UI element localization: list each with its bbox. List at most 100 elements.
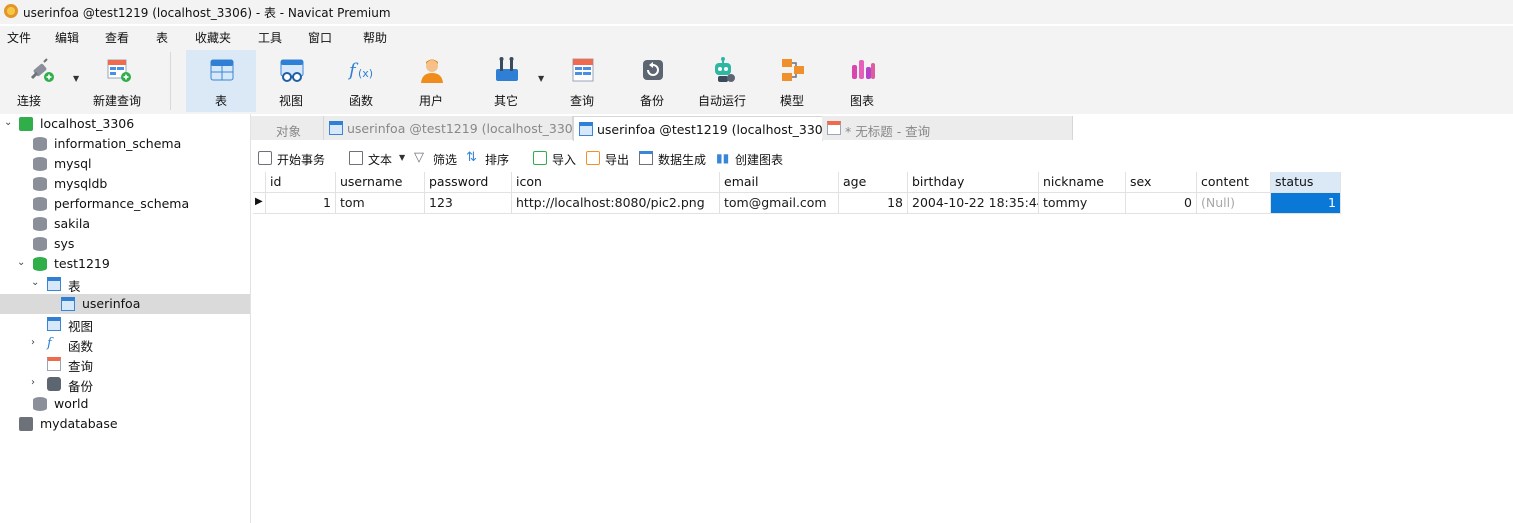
column-header-age[interactable]: age [839,172,908,193]
menu-view[interactable]: 查看 [105,29,129,46]
tree-db-world[interactable]: world [0,394,250,414]
cell-status[interactable]: 1 [1271,193,1341,214]
tab-userinfoa-1[interactable]: userinfoa @test1219 (localhost_3306... [324,116,593,140]
tree-label: 视图 [68,319,94,334]
filter-button[interactable]: ▽ 筛选 [414,150,462,168]
tree-label: mydatabase [40,416,118,431]
menu-file[interactable]: 文件 [7,29,31,46]
cell-password[interactable]: 123 [425,193,512,214]
cell-sex[interactable]: 0 [1126,193,1197,214]
table-icon [210,59,234,81]
cell-username[interactable]: tom [336,193,425,214]
autorun-label: 自动运行 [697,94,746,108]
sort-button[interactable]: ⇅ 排序 [466,150,514,168]
database-icon [33,217,47,231]
tree-views-folder[interactable]: 视图 [0,314,250,334]
function-button[interactable]: f (x) 函数 [326,50,396,112]
other-dropdown-icon[interactable]: ▼ [538,74,544,83]
column-header-password[interactable]: password [425,172,512,193]
new-query-button[interactable]: 新建查询 [82,50,152,112]
tab-untitled-query[interactable]: * 无标题 - 查询 [822,116,1073,140]
menu-edit[interactable]: 编辑 [55,29,79,46]
chart-label: 图表 [849,94,874,108]
tree-table-userinfoa[interactable]: userinfoa [0,294,250,314]
tree-db-mysqldb[interactable]: mysqldb [0,174,250,194]
column-header-id[interactable]: id [266,172,336,193]
bar-chart-icon: ▮▮ [716,151,730,165]
cell-birthday[interactable]: 2004-10-22 18:35:44 [908,193,1039,214]
menu-table[interactable]: 表 [156,29,168,46]
query-icon [572,58,594,82]
connect-dropdown-icon[interactable]: ▼ [73,74,79,83]
cell-nickname[interactable]: tommy [1039,193,1126,214]
table-button[interactable]: 表 [186,50,256,112]
tree-connection-mydatabase[interactable]: mydatabase [0,414,250,434]
table-icon [579,122,593,136]
tree-db-sakila[interactable]: sakila [0,214,250,234]
text-button[interactable]: 文本 ▼ [349,150,409,168]
collapse-arrow-icon[interactable]: ⌄ [17,257,25,268]
expand-arrow-icon[interactable]: › [31,337,35,348]
plug-icon [30,58,54,82]
tree-db-sys[interactable]: sys [0,234,250,254]
expand-arrow-icon[interactable]: › [31,377,35,388]
column-header-sex[interactable]: sex [1126,172,1197,193]
tree-functions-folder[interactable]: › f 函数 [0,334,250,355]
data-generation-button[interactable]: 数据生成 [639,150,711,168]
tree-backups-folder[interactable]: › 备份 [0,374,250,394]
connect-button[interactable]: 连接 [6,50,76,112]
sort-icon: ⇅ [466,150,477,165]
chevron-down-icon[interactable]: ▼ [399,153,405,162]
menu-help[interactable]: 帮助 [363,29,387,46]
tree-tables-folder[interactable]: ⌄ 表 [0,274,250,294]
user-button[interactable]: 用户 [396,50,466,112]
tree-connection-localhost[interactable]: ⌄ localhost_3306 [0,114,250,134]
cell-age[interactable]: 18 [839,193,908,214]
tree-db-performance-schema[interactable]: performance_schema [0,194,250,214]
cell-email[interactable]: tom@gmail.com [720,193,839,214]
column-header-birthday[interactable]: birthday [908,172,1039,193]
view-label: 视图 [278,94,303,108]
autorun-button[interactable]: 自动运行 [687,50,757,112]
begin-transaction-button[interactable]: 开始事务 [258,150,336,168]
backup-icon [47,377,61,391]
menu-window[interactable]: 窗口 [308,29,332,46]
tab-userinfoa-2[interactable]: userinfoa @test1219 (localhost_3306... [573,116,843,141]
button-label: 排序 [485,153,510,167]
export-button[interactable]: 导出 [586,150,634,168]
tree-label: 备份 [68,379,94,394]
cell-content[interactable]: (Null) [1197,193,1271,214]
view-button[interactable]: 视图 [256,50,326,112]
backup-button[interactable]: 备份 [617,50,687,112]
menu-tools[interactable]: 工具 [258,29,282,46]
create-chart-button[interactable]: ▮▮ 创建图表 [716,150,796,168]
cell-icon[interactable]: http://localhost:8080/pic2.png [512,193,720,214]
chart-button[interactable]: 图表 [827,50,897,112]
user-label: 用户 [418,94,443,108]
tree-db-mysql[interactable]: mysql [0,154,250,174]
column-header-nickname[interactable]: nickname [1039,172,1126,193]
current-row-arrow-icon: ▶ [255,196,263,207]
connection-icon [19,417,33,431]
row-indicator[interactable]: ▶ [253,193,266,214]
column-header-email[interactable]: email [720,172,839,193]
query-button[interactable]: 查询 [547,50,617,112]
other-button[interactable]: 其它 [471,50,541,112]
tree-db-test1219[interactable]: ⌄ test1219 [0,254,250,274]
header-corner [253,172,266,193]
column-header-content[interactable]: content [1197,172,1271,193]
menu-favorites[interactable]: 收藏夹 [195,29,231,46]
cell-id[interactable]: 1 [266,193,336,214]
model-button[interactable]: 模型 [757,50,827,112]
tree-db-information-schema[interactable]: information_schema [0,134,250,154]
robot-icon [715,57,735,82]
tree-label: localhost_3306 [40,116,135,131]
collapse-arrow-icon[interactable]: ⌄ [31,277,39,288]
column-header-icon[interactable]: icon [512,172,720,193]
column-header-status[interactable]: status [1271,172,1341,193]
column-header-username[interactable]: username [336,172,425,193]
tree-queries-folder[interactable]: 查询 [0,354,250,374]
tab-objects[interactable]: 对象 [251,116,324,140]
collapse-arrow-icon[interactable]: ⌄ [4,117,12,128]
import-button[interactable]: 导入 [533,150,581,168]
